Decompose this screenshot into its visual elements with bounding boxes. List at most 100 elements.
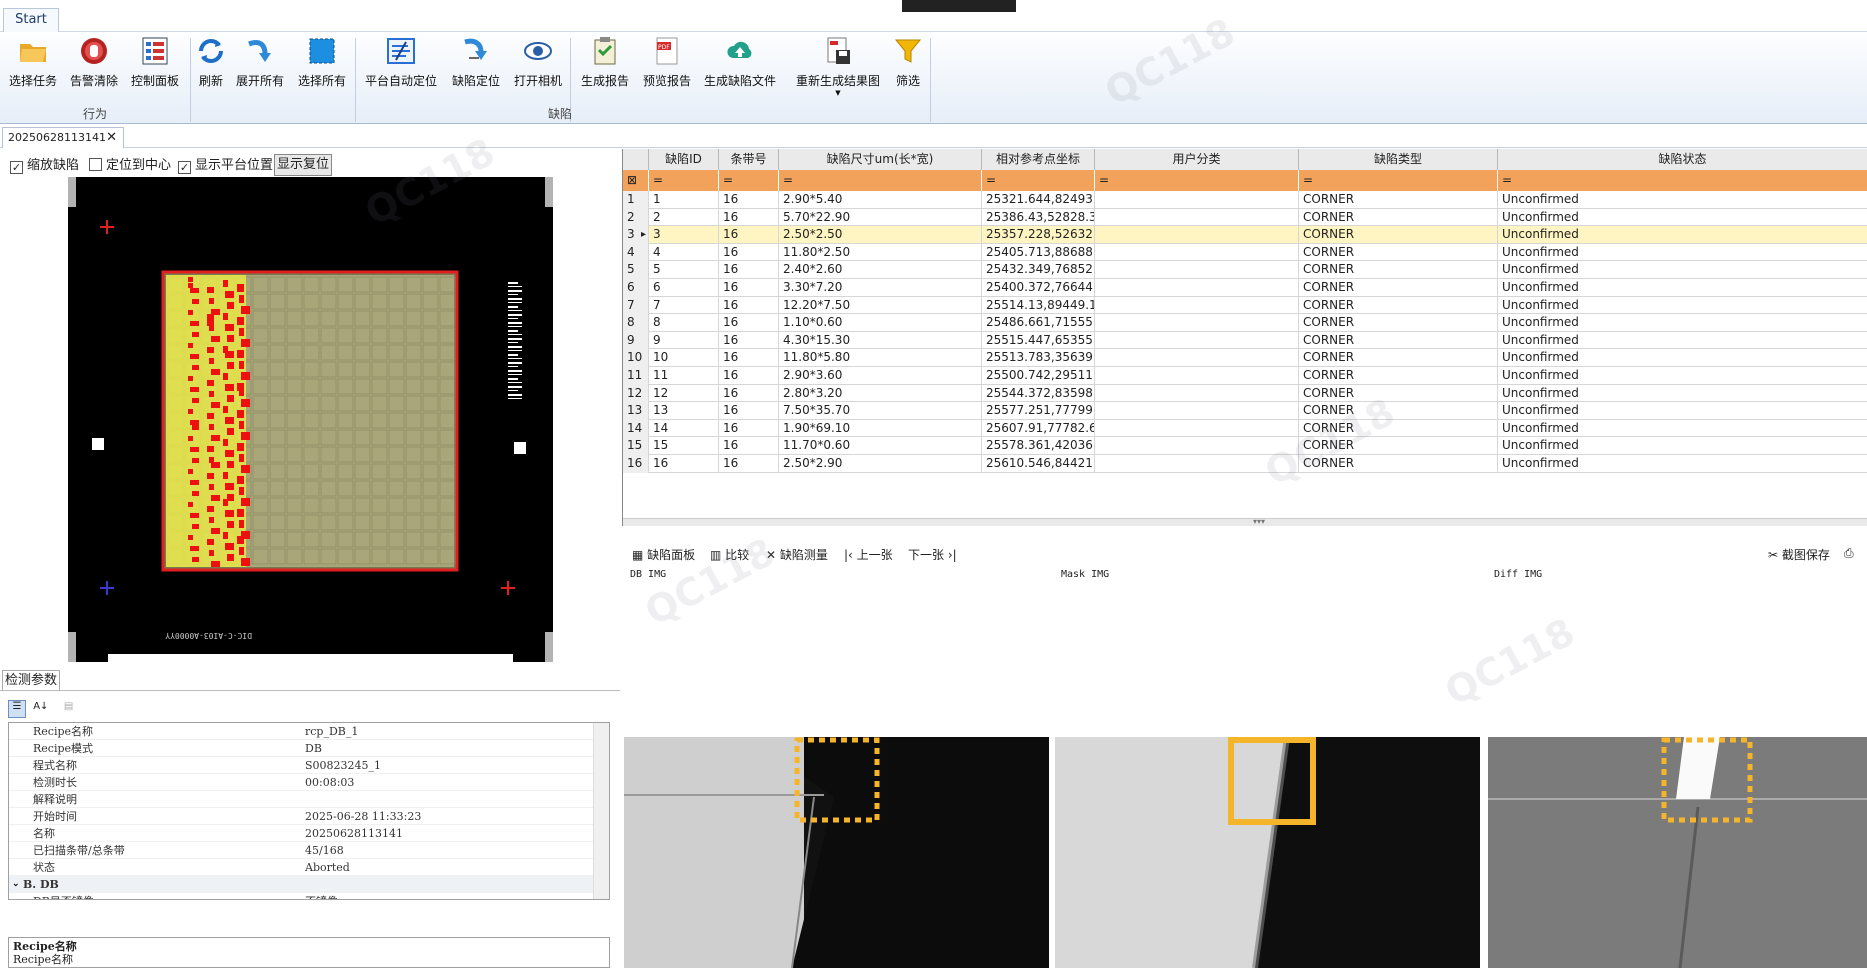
tab-start[interactable]: Start <box>3 8 59 32</box>
mask-image[interactable] <box>1055 737 1480 968</box>
splitter-handle[interactable]: ▾▾▾ <box>623 517 1867 526</box>
regenerate-result-button[interactable]: 重新生成结果图 ▼ <box>794 36 882 100</box>
db-image[interactable] <box>624 737 1049 968</box>
filter-button[interactable]: 筛选 <box>892 36 924 100</box>
tab-document[interactable]: 20250628113141 ✕ <box>2 127 124 148</box>
table-filter-row[interactable]: ⊠ = = = = = = = <box>623 170 1867 191</box>
locate-center-checkbox[interactable]: 定位到中心 <box>89 156 171 176</box>
property-pages-icon[interactable]: ▤ <box>60 701 78 719</box>
defect-panel-button[interactable]: ▦ 缺陷面板 <box>632 546 695 563</box>
prev-image-button[interactable]: |‹ 上一张 <box>844 546 893 563</box>
db-image-pane[interactable]: DB IMG <box>624 567 1049 968</box>
generate-defect-file-button[interactable]: 生成缺陷文件 <box>702 36 778 100</box>
property-key: 检测时长 <box>33 776 77 789</box>
checkbox-checked-icon: ✓ <box>178 161 191 174</box>
table-cell: = <box>1095 170 1299 191</box>
table-cell: 7 <box>623 296 649 315</box>
table-row[interactable]: 11162.90*5.4025321.644,82493.83CORNERUnc… <box>623 191 1867 209</box>
show-platform-checkbox[interactable]: ✓ 显示平台位置 <box>178 156 273 176</box>
table-row[interactable]: 1616162.50*2.9025610.546,84421.737CORNER… <box>623 455 1867 473</box>
open-camera-button[interactable]: 打开相机 <box>512 36 564 100</box>
property-row[interactable]: 检测时长 00:08:03 <box>9 774 609 791</box>
expand-all-button[interactable]: 展开所有 <box>234 36 286 100</box>
wafer-map[interactable]: DIC-C-AI03-A0000YY <box>68 177 553 662</box>
table-cell: 缺陷尺寸um(长*宽) <box>779 149 982 170</box>
tab-detection-params[interactable]: 检测参数 <box>2 670 60 691</box>
generate-report-button[interactable]: 生成报告 <box>578 36 632 100</box>
property-row[interactable]: 名称 20250628113141 <box>9 825 609 842</box>
screenshot-save-button[interactable]: ✂ 截图保存 <box>1768 546 1830 563</box>
preview-report-button[interactable]: PDF 预览报告 <box>640 36 694 100</box>
table-cell: 3.30*7.20 <box>779 279 982 297</box>
table-row[interactable]: 88161.10*0.6025486.661,71555.448CORNERUn… <box>623 314 1867 332</box>
table-cell: Unconfirmed <box>1498 367 1867 385</box>
property-row[interactable]: Recipe名称 rcp_DB_1 <box>9 723 609 740</box>
select-all-button[interactable]: 选择所有 <box>294 36 350 100</box>
table-cell <box>1095 331 1299 350</box>
property-grid-scrollbar[interactable] <box>593 723 609 899</box>
compare-button[interactable]: ▥ 比较 <box>710 546 749 563</box>
refresh-button[interactable]: 刷新 <box>196 36 226 100</box>
chevron-down-icon: ▾▾▾ <box>1253 517 1266 526</box>
table-cell: 1.90*69.10 <box>779 419 982 438</box>
property-row[interactable]: 解释说明 <box>9 791 609 808</box>
table-row[interactable]: 55162.40*2.6025432.349,76852.859CORNERUn… <box>623 261 1867 279</box>
mask-image-pane[interactable]: Mask IMG <box>1055 567 1480 968</box>
collapse-icon[interactable]: ⌄ <box>12 876 20 893</box>
table-row[interactable]: 10101611.80*5.8025513.783,35639.519CORNE… <box>623 349 1867 367</box>
categorized-view-icon[interactable]: ☰ <box>8 700 26 718</box>
table-cell: 缺陷类型 <box>1299 149 1498 170</box>
property-row[interactable]: 开始时间 2025-06-28 11:33:23 <box>9 808 609 825</box>
table-row[interactable]: 66163.30*7.2025400.372,76644.142CORNERUn… <box>623 279 1867 297</box>
table-row[interactable]: 22165.70*22.9025386.43,52828.305CORNERUn… <box>623 208 1867 227</box>
table-cell: CORNER <box>1299 208 1498 227</box>
table-row[interactable]: 33162.50*2.5025357.228,52632.074CORNERUn… <box>623 226 1867 244</box>
table-cell: 缺陷状态 <box>1498 149 1867 170</box>
defect-locate-label: 缺陷定位 <box>451 74 500 88</box>
table-row[interactable]: 15151611.70*0.6025578.361,42036.143CORNE… <box>623 437 1867 455</box>
table-row[interactable]: 1212162.80*3.2025544.372,83598.246CORNER… <box>623 384 1867 403</box>
table-row[interactable]: 1414161.90*69.1025607.91,77782.685CORNER… <box>623 419 1867 438</box>
property-value: 不镜像 <box>305 893 338 899</box>
wafer-map-canvas[interactable]: DIC-C-AI03-A0000YY <box>68 177 553 662</box>
generate-report-label: 生成报告 <box>580 74 629 88</box>
export-icon[interactable]: ⎙ <box>1844 546 1854 561</box>
control-panel-button[interactable]: 控制面板 <box>128 36 182 100</box>
property-category[interactable]: ⌄ B. DB <box>9 876 609 893</box>
table-cell: 16 <box>719 455 779 473</box>
next-image-button[interactable]: 下一张 ›| <box>908 546 957 563</box>
zoom-defect-checkbox[interactable]: ✓ 缩放缺陷 <box>10 156 79 176</box>
alarm-clear-button[interactable]: 告警清除 <box>66 36 122 100</box>
property-row[interactable]: Recipe模式 DB <box>9 740 609 757</box>
table-cell: 16 <box>719 402 779 420</box>
table-row[interactable]: 1111162.90*3.6025500.742,29511.611CORNER… <box>623 367 1867 385</box>
diff-image-title: Diff IMG <box>1494 569 1543 580</box>
wafer-id-text: DIC-C-AI03-A0000YY <box>165 631 252 640</box>
table-row[interactable]: 771612.20*7.5025514.13,89449.183CORNERUn… <box>623 296 1867 315</box>
table-cell: 2 <box>623 208 649 227</box>
property-row[interactable]: 状态 Aborted <box>9 859 609 876</box>
table-row[interactable]: 441611.80*2.5025405.713,88688.119CORNERU… <box>623 243 1867 262</box>
table-cell: 25515.447,65355.402 <box>982 331 1095 350</box>
diff-image[interactable] <box>1488 737 1867 968</box>
table-cell: 25513.783,35639.519 <box>982 349 1095 367</box>
close-icon[interactable]: ✕ <box>106 128 117 147</box>
table-cell: 16 <box>719 296 779 315</box>
diff-image-pane[interactable]: Diff IMG <box>1488 567 1867 968</box>
table-cell: Unconfirmed <box>1498 332 1867 350</box>
defect-measure-button[interactable]: ✕ 缺陷测量 <box>766 546 828 563</box>
alarm-clear-icon <box>79 36 109 66</box>
reset-display-button[interactable]: 显示复位 <box>274 154 332 176</box>
table-header[interactable]: 缺陷ID 条带号 缺陷尺寸um(长*宽) 相对参考点坐标 用户分类 缺陷类型 缺陷状态 <box>623 149 1867 170</box>
sort-alpha-icon[interactable]: A↓ <box>32 701 50 719</box>
defect-locate-button[interactable]: 缺陷定位 <box>450 36 502 100</box>
property-row[interactable]: DB是否镜像不镜像 <box>9 893 609 899</box>
property-row[interactable]: 已扫描条带/总条带 45/168 <box>9 842 609 859</box>
table-row[interactable]: 99164.30*15.3025515.447,65355.402CORNERU… <box>623 331 1867 350</box>
property-row[interactable]: 程式名称 S00823245_1 <box>9 757 609 774</box>
auto-locate-button[interactable]: 平台自动定位 <box>362 36 440 100</box>
table-row[interactable]: 1313167.50*35.7025577.251,77799.68CORNER… <box>623 402 1867 420</box>
property-key: 已扫描条带/总条带 <box>33 844 125 857</box>
table-cell: 12 <box>649 384 719 403</box>
select-task-button[interactable]: 选择任务 <box>6 36 60 100</box>
